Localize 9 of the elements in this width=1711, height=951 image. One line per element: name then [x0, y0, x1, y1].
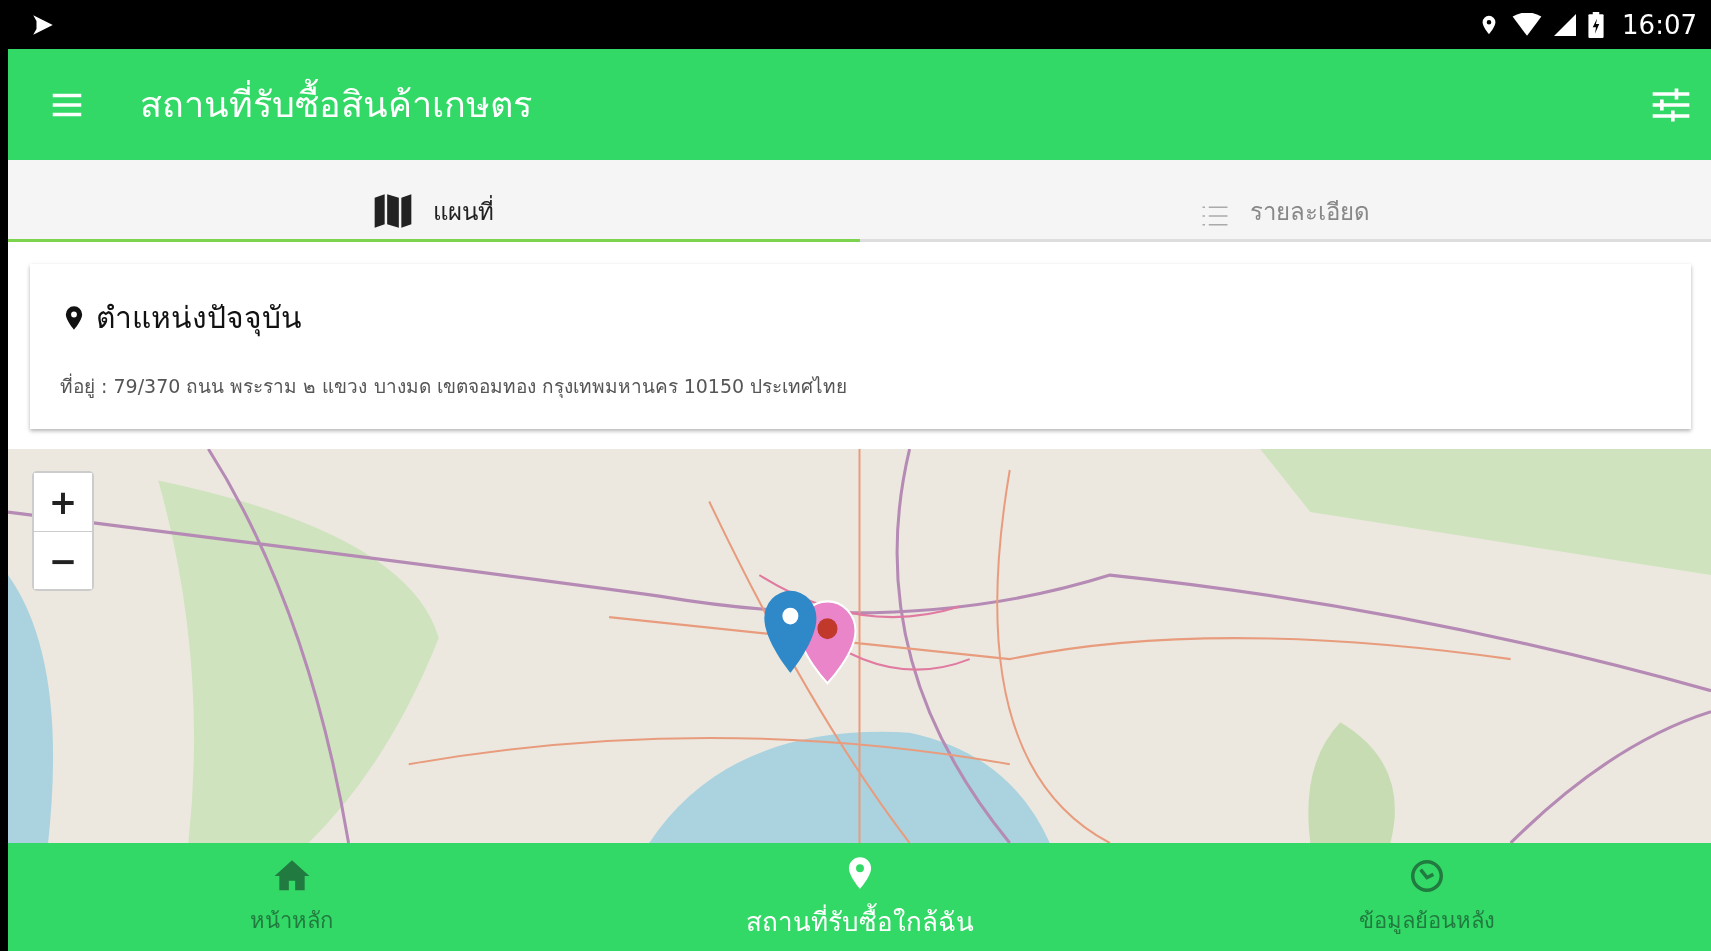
zoom-button[interactable]: − — [34, 531, 92, 589]
app-title: สถานที่รับซื้อสินค้าเกษตร — [140, 76, 1595, 133]
map-icon — [373, 191, 414, 231]
clock-time: 16:07 — [1622, 9, 1697, 40]
address-text: ที่อยู่ : 79/370 ถนน พระราม ๒ แขวง บางมด เขตจอมทอง กรุงเทพมหานคร 10150 ประเทศไทย — [60, 372, 849, 400]
wifi-icon — [1512, 12, 1543, 37]
signal-icon — [1554, 13, 1577, 36]
card-title: ตำแหน่งปัจจุบัน — [96, 299, 302, 339]
battery-icon — [1588, 11, 1605, 38]
